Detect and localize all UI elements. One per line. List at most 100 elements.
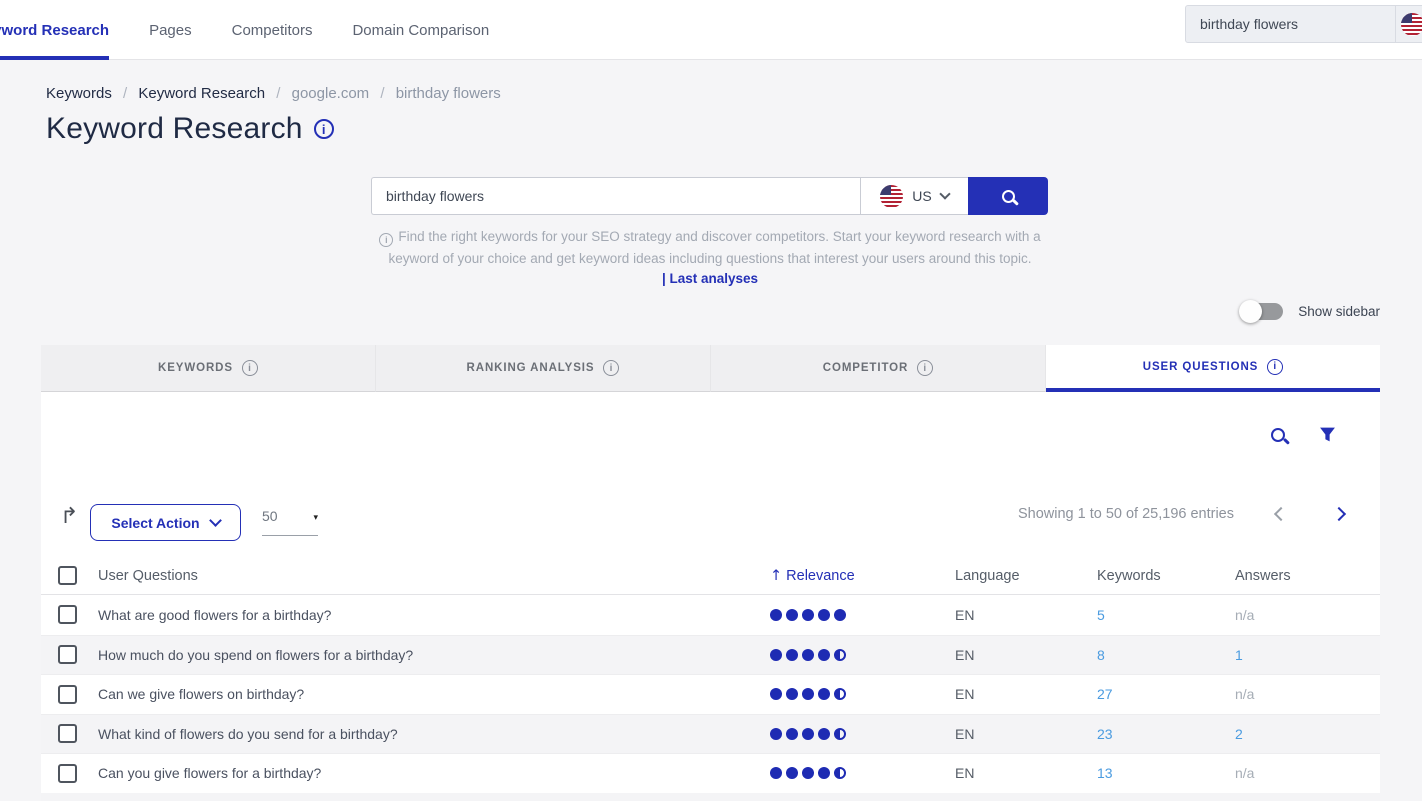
row-checkbox[interactable] bbox=[58, 605, 77, 624]
table-search-icon[interactable] bbox=[1271, 428, 1285, 442]
relevance-dot-full bbox=[770, 728, 782, 740]
row-checkbox[interactable] bbox=[58, 724, 77, 743]
relevance-dots bbox=[770, 767, 955, 779]
nav-item-pages[interactable]: Pages bbox=[149, 0, 192, 60]
relevance-dot-full bbox=[802, 728, 814, 740]
select-action-label: Select Action bbox=[111, 515, 199, 531]
header-keywords[interactable]: Keywords bbox=[1097, 568, 1235, 584]
table-row[interactable]: Can you give flowers for a birthday? EN … bbox=[41, 753, 1380, 793]
keywords-count-link[interactable]: 13 bbox=[1097, 765, 1235, 781]
relevance-dot-full bbox=[786, 767, 798, 779]
select-all-checkbox[interactable] bbox=[58, 566, 77, 585]
relevance-dots bbox=[770, 649, 955, 661]
chevron-down-icon bbox=[209, 514, 222, 527]
tab-keywords[interactable]: KEYWORDS bbox=[41, 345, 376, 392]
next-page-icon[interactable] bbox=[1332, 507, 1346, 521]
info-icon[interactable] bbox=[314, 119, 334, 139]
info-icon[interactable] bbox=[242, 360, 258, 376]
language-value: EN bbox=[955, 726, 1097, 742]
dropdown-triangle-icon: ▾ bbox=[313, 512, 318, 523]
info-icon[interactable] bbox=[603, 360, 619, 376]
relevance-dot-half bbox=[834, 688, 846, 700]
answers-count[interactable]: 1 bbox=[1235, 647, 1380, 663]
breadcrumb-keyword: birthday flowers bbox=[396, 85, 501, 102]
header-answers[interactable]: Answers bbox=[1235, 568, 1380, 584]
language-value: EN bbox=[955, 686, 1097, 702]
previous-page-icon[interactable] bbox=[1274, 507, 1288, 521]
table-body: What are good flowers for a birthday? EN… bbox=[41, 595, 1380, 801]
description-line2: keyword of your choice and get keyword i… bbox=[388, 251, 1031, 266]
table-row[interactable]: Can we give flowers on birthday? EN 27 n… bbox=[41, 674, 1380, 714]
show-sidebar-label: Show sidebar bbox=[1298, 304, 1380, 319]
keywords-count-link[interactable]: 23 bbox=[1097, 726, 1235, 742]
row-checkbox[interactable] bbox=[58, 685, 77, 704]
nav-item-competitors[interactable]: Competitors bbox=[232, 0, 313, 60]
language-value: EN bbox=[955, 765, 1097, 781]
us-flag-icon bbox=[880, 185, 903, 208]
relevance-dot-full bbox=[802, 688, 814, 700]
us-flag-icon bbox=[1401, 13, 1422, 36]
tab-user-questions[interactable]: USER QUESTIONS bbox=[1046, 345, 1380, 392]
header-language[interactable]: Language bbox=[955, 568, 1097, 584]
tab-label: COMPETITOR bbox=[823, 362, 908, 374]
header-user-questions[interactable]: User Questions bbox=[98, 568, 770, 584]
relevance-dot-full bbox=[818, 649, 830, 661]
table-row[interactable]: What kind of flowers do you send for a b… bbox=[41, 714, 1380, 754]
keywords-count-link[interactable]: 27 bbox=[1097, 686, 1235, 702]
info-icon[interactable] bbox=[1267, 359, 1283, 375]
language-value: EN bbox=[955, 647, 1097, 663]
filter-icon[interactable] bbox=[1319, 426, 1336, 443]
last-analyses-link[interactable]: | Last analyses bbox=[330, 271, 1090, 286]
topbar-search bbox=[1185, 5, 1422, 43]
tab-ranking-analysis[interactable]: RANKING ANALYSIS bbox=[376, 345, 711, 392]
page-size-select[interactable]: 50 ▾ bbox=[262, 508, 318, 536]
breadcrumb: Keywords / Keyword Research / google.com… bbox=[46, 85, 501, 102]
answers-count[interactable]: 2 bbox=[1235, 726, 1380, 742]
relevance-dot-full bbox=[818, 609, 830, 621]
relevance-dot-full bbox=[786, 688, 798, 700]
table-row[interactable]: How much do you spend on flowers for a b… bbox=[41, 635, 1380, 675]
answers-count[interactable]: n/a bbox=[1235, 607, 1380, 623]
table-header: User Questions ↑Relevance Language Keywo… bbox=[41, 557, 1380, 595]
select-action-dropdown[interactable]: Select Action bbox=[90, 504, 241, 541]
keyword-search-input[interactable] bbox=[371, 177, 860, 215]
relevance-dots bbox=[770, 728, 955, 740]
nav-item-keyword-research[interactable]: Keyword Research bbox=[0, 0, 109, 60]
relevance-dot-full bbox=[770, 649, 782, 661]
relevance-dot-full bbox=[802, 609, 814, 621]
keywords-count-link[interactable]: 8 bbox=[1097, 647, 1235, 663]
nav-item-domain-comparison[interactable]: Domain Comparison bbox=[352, 0, 489, 60]
breadcrumb-separator: / bbox=[123, 85, 127, 102]
toggle-knob bbox=[1239, 300, 1262, 323]
show-sidebar-toggle[interactable] bbox=[1241, 303, 1283, 320]
tab-competitor[interactable]: COMPETITOR bbox=[711, 345, 1046, 392]
relevance-dots bbox=[770, 609, 955, 621]
tab-label: KEYWORDS bbox=[158, 362, 233, 374]
table-row[interactable]: What are good flowers for a birthday? EN… bbox=[41, 595, 1380, 635]
breadcrumb-keyword-research[interactable]: Keyword Research bbox=[138, 85, 265, 102]
keywords-count-link[interactable]: 5 bbox=[1097, 607, 1235, 623]
search-description: Find the right keywords for your SEO str… bbox=[330, 226, 1090, 270]
header-relevance[interactable]: ↑Relevance bbox=[770, 568, 955, 584]
row-checkbox[interactable] bbox=[58, 764, 77, 783]
topbar-search-input[interactable] bbox=[1186, 6, 1381, 42]
page-title: Keyword Research bbox=[46, 112, 303, 146]
answers-count[interactable]: n/a bbox=[1235, 686, 1380, 702]
search-button[interactable] bbox=[968, 177, 1048, 215]
country-select[interactable]: US bbox=[860, 177, 968, 215]
export-icon[interactable]: ↱ bbox=[60, 506, 78, 528]
page-size-value: 50 bbox=[262, 508, 278, 524]
panel-icons bbox=[1271, 426, 1336, 443]
breadcrumb-keywords[interactable]: Keywords bbox=[46, 85, 112, 102]
topbar-country-flag[interactable] bbox=[1396, 13, 1422, 36]
country-code: US bbox=[912, 188, 931, 204]
pagination-row: Showing 1 to 50 of 25,196 entries bbox=[1018, 506, 1344, 522]
breadcrumb-domain[interactable]: google.com bbox=[292, 85, 370, 102]
chevron-down-icon bbox=[939, 188, 950, 199]
answers-count[interactable]: n/a bbox=[1235, 765, 1380, 781]
info-icon[interactable] bbox=[917, 360, 933, 376]
row-checkbox[interactable] bbox=[58, 645, 77, 664]
relevance-dot-full bbox=[770, 688, 782, 700]
relevance-dot-full bbox=[802, 767, 814, 779]
relevance-dot-full bbox=[818, 688, 830, 700]
